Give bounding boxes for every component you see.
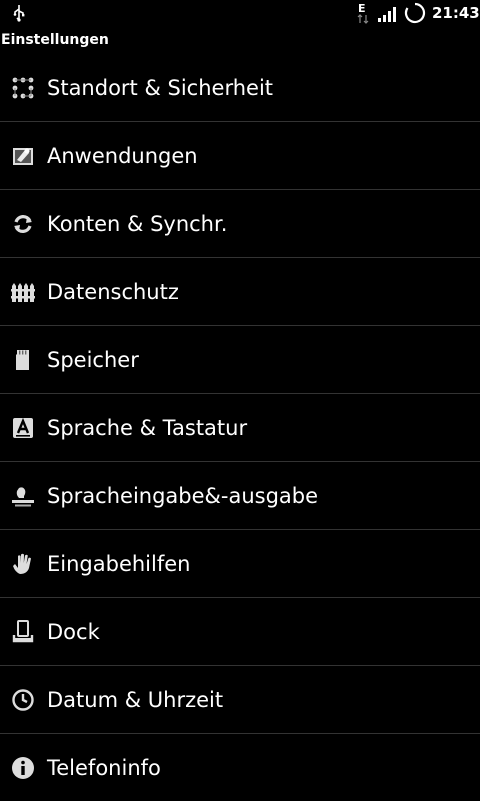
location-security-icon	[12, 77, 34, 98]
settings-item-applications[interactable]: Anwendungen	[0, 122, 480, 190]
settings-item-accessibility[interactable]: Eingabehilfen	[0, 530, 480, 598]
dock-icon	[12, 619, 34, 642]
voice-input-output-icon	[12, 486, 34, 506]
settings-item-accounts-sync[interactable]: Konten & Synchr.	[0, 190, 480, 258]
settings-item-privacy[interactable]: Datenschutz	[0, 258, 480, 326]
settings-item-voice-input-output[interactable]: Spracheingabe&-ausgabe	[0, 462, 480, 530]
settings-item-label: Konten & Synchr.	[47, 211, 228, 236]
settings-item-label: Dock	[47, 619, 100, 644]
privacy-fence-icon	[11, 282, 35, 302]
settings-item-dock[interactable]: Dock	[0, 598, 480, 666]
clock-icon	[12, 688, 34, 711]
settings-item-label: Speicher	[47, 347, 139, 372]
info-icon	[12, 756, 34, 779]
language-keyboard-icon	[13, 417, 33, 438]
page-title: Einstellungen	[1, 32, 109, 48]
svg-text:E: E	[358, 2, 366, 15]
settings-item-location-security[interactable]: Standort & Sicherheit	[0, 54, 480, 122]
settings-item-label: Datenschutz	[47, 279, 179, 304]
settings-item-storage[interactable]: Speicher	[0, 326, 480, 394]
clock: 21:43	[432, 4, 480, 22]
sd-card-icon	[16, 349, 29, 370]
settings-item-label: Anwendungen	[47, 143, 198, 168]
status-bar: E 21:43	[0, 0, 480, 25]
signal-icon	[378, 7, 396, 22]
sync-icon	[14, 214, 32, 233]
settings-item-label: Eingabehilfen	[47, 551, 191, 576]
settings-item-label: Spracheingabe&-ausgabe	[47, 483, 319, 508]
settings-item-label: Sprache & Tastatur	[47, 415, 248, 440]
settings-item-language-keyboard[interactable]: Sprache & Tastatur	[0, 394, 480, 462]
settings-item-label: Standort & Sicherheit	[47, 75, 274, 100]
edge-data-icon: E	[357, 2, 369, 24]
title-bar: Einstellungen	[0, 25, 480, 54]
settings-item-phone-info[interactable]: Telefoninfo	[0, 734, 480, 801]
settings-item-label: Telefoninfo	[47, 755, 161, 780]
settings-item-date-time[interactable]: Datum & Uhrzeit	[0, 666, 480, 734]
settings-list: Standort & Sicherheit Anwendungen Konten…	[0, 54, 480, 800]
sync-spinner-icon	[404, 2, 426, 24]
accessibility-hand-icon	[13, 553, 31, 574]
usb-icon	[13, 5, 25, 22]
settings-item-label: Datum & Uhrzeit	[47, 687, 224, 712]
applications-icon	[13, 147, 33, 165]
